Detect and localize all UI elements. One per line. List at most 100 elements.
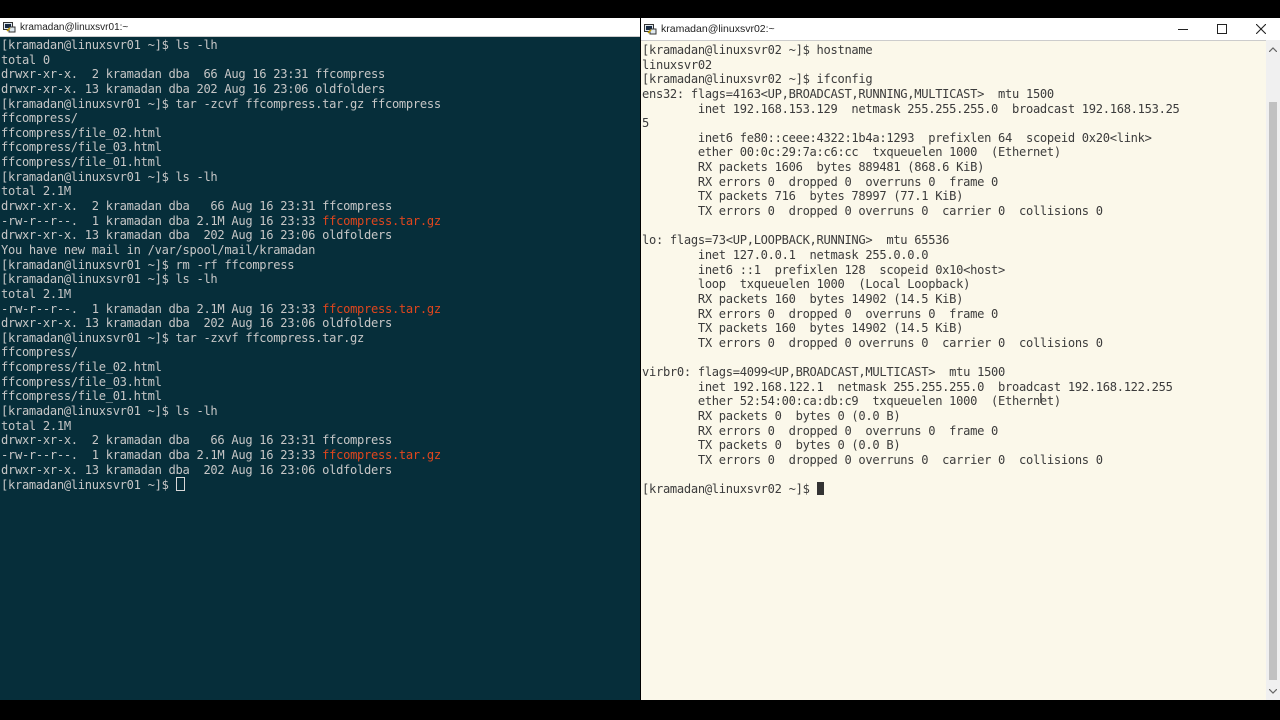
terminal-line-text: RX errors 0 dropped 0 overruns 0 frame 0 xyxy=(642,306,999,321)
terminal-line: total 2.1M xyxy=(1,287,640,302)
archive-filename: ffcompress.tar.gz xyxy=(322,213,441,228)
terminal-line: ether 00:0c:29:7a:c6:cc txqueuelen 1000 … xyxy=(642,145,1265,160)
putty-icon xyxy=(3,21,16,33)
terminal-line-text: TX errors 0 dropped 0 overruns 0 carrier… xyxy=(642,452,1103,467)
terminal-line: inet6 fe80::ceee:4322:1b4a:1293 prefixle… xyxy=(642,131,1265,146)
terminal-line-text: [kramadan@linuxsvr01 ~]$ ls -lh xyxy=(1,272,218,287)
terminal-line: [kramadan@linuxsvr01 ~]$ tar -zcvf ffcom… xyxy=(1,97,640,112)
terminal-line: TX packets 160 bytes 14902 (14.5 KiB) xyxy=(642,321,1265,336)
terminal-line-text: [kramadan@linuxsvr01 ~]$ tar -zxvf ffcom… xyxy=(1,330,365,345)
terminal-line: ffcompress/file_03.html xyxy=(1,140,640,155)
terminal-cursor[interactable] xyxy=(816,482,824,496)
terminal-line-text: drwxr-xr-x. 2 kramadan dba 66 Aug 16 23:… xyxy=(1,433,392,448)
terminal-line: inet 192.168.122.1 netmask 255.255.255.0… xyxy=(642,380,1265,395)
terminal-line-text: inet 192.168.122.1 netmask 255.255.255.0… xyxy=(642,379,1173,394)
terminal-line-text: [kramadan@linuxsvr02 ~]$ xyxy=(642,482,817,497)
terminal-line: RX packets 1606 bytes 889481 (868.6 KiB) xyxy=(642,160,1265,175)
left-titlebar[interactable]: kramadan@linuxsvr01:~ xyxy=(0,18,640,37)
terminal-line-text: ffcompress/ xyxy=(1,111,78,126)
terminal-line: [kramadan@linuxsvr01 ~]$ ls -lh xyxy=(1,404,640,419)
terminal-line: ens32: flags=4163<UP,BROADCAST,RUNNING,M… xyxy=(642,87,1265,102)
terminal-line: You have new mail in /var/spool/mail/kra… xyxy=(1,243,640,258)
terminal-line: -rw-r--r--. 1 kramadan dba 2.1M Aug 16 2… xyxy=(1,448,640,463)
terminal-cursor[interactable] xyxy=(175,477,185,492)
terminal-line-text: drwxr-xr-x. 2 kramadan dba 66 Aug 16 23:… xyxy=(1,67,385,82)
archive-filename: ffcompress.tar.gz xyxy=(322,301,441,316)
terminal-line: [kramadan@linuxsvr02 ~]$ xyxy=(642,482,1265,497)
terminal-line: linuxsvr02 xyxy=(642,58,1265,73)
terminal-line: ether 52:54:00:ca:db:c9 txqueuelen 1000 … xyxy=(642,394,1265,409)
terminal-line-text: total 0 xyxy=(1,52,50,67)
close-button[interactable] xyxy=(1241,18,1280,40)
right-terminal-output[interactable]: [kramadan@linuxsvr02 ~]$ hostname linuxsv… xyxy=(642,43,1265,497)
terminal-line-text: RX errors 0 dropped 0 overruns 0 frame 0 xyxy=(642,174,999,189)
terminal-line: RX errors 0 dropped 0 overruns 0 frame 0 xyxy=(642,307,1265,322)
terminal-line: ffcompress/ xyxy=(1,111,640,126)
vertical-scrollbar[interactable] xyxy=(1266,40,1280,700)
terminal-line-text: linuxsvr02 xyxy=(642,57,712,72)
terminal-window-linuxsvr01[interactable]: kramadan@linuxsvr01:~ [kramadan@linuxsvr… xyxy=(0,18,640,700)
terminal-line-text: You have new mail in /var/spool/mail/kra… xyxy=(1,242,316,257)
terminal-line: TX errors 0 dropped 0 overruns 0 carrier… xyxy=(642,204,1265,219)
terminal-line-text: [kramadan@linuxsvr01 ~]$ xyxy=(1,478,176,493)
terminal-line: drwxr-xr-x. 2 kramadan dba 66 Aug 16 23:… xyxy=(1,433,640,448)
terminal-line: total 0 xyxy=(1,53,640,68)
terminal-line: [kramadan@linuxsvr01 ~]$ ls -lh xyxy=(1,38,640,53)
terminal-line: drwxr-xr-x. 2 kramadan dba 66 Aug 16 23:… xyxy=(1,199,640,214)
terminal-line-text: RX packets 0 bytes 0 (0.0 B) xyxy=(642,409,901,424)
terminal-line-text: ffcompress/file_02.html xyxy=(1,360,162,375)
putty-icon xyxy=(644,23,657,35)
terminal-line-text: -rw-r--r--. 1 kramadan dba 2.1M Aug 16 2… xyxy=(1,301,323,316)
terminal-line-text: TX errors 0 dropped 0 overruns 0 carrier… xyxy=(642,204,1103,219)
terminal-line: [kramadan@linuxsvr01 ~]$ xyxy=(1,477,640,492)
terminal-line: RX errors 0 dropped 0 overruns 0 frame 0 xyxy=(642,424,1265,439)
terminal-line: ffcompress/file_03.html xyxy=(1,375,640,390)
terminal-line-text: inet6 ::1 prefixlen 128 scopeid 0x10<hos… xyxy=(642,262,1006,277)
terminal-line-text: 5 xyxy=(642,116,649,131)
terminal-line: RX errors 0 dropped 0 overruns 0 frame 0 xyxy=(642,175,1265,190)
terminal-line-text: inet6 fe80::ceee:4322:1b4a:1293 prefixle… xyxy=(642,130,1152,145)
terminal-line-text: TX packets 160 bytes 14902 (14.5 KiB) xyxy=(642,321,964,336)
maximize-button[interactable] xyxy=(1202,18,1241,40)
terminal-line: [kramadan@linuxsvr01 ~]$ rm -rf ffcompre… xyxy=(1,258,640,273)
terminal-line-text: -rw-r--r--. 1 kramadan dba 2.1M Aug 16 2… xyxy=(1,213,323,228)
terminal-line: total 2.1M xyxy=(1,419,640,434)
scroll-down-icon[interactable] xyxy=(1266,684,1280,698)
terminal-line: [kramadan@linuxsvr02 ~]$ ifconfig xyxy=(642,72,1265,87)
left-terminal-output[interactable]: [kramadan@linuxsvr01 ~]$ ls -lh total 0 dr… xyxy=(1,38,640,492)
terminal-line-text: TX errors 0 dropped 0 overruns 0 carrier… xyxy=(642,335,1103,350)
close-icon xyxy=(1255,24,1266,34)
terminal-line-text: RX errors 0 dropped 0 overruns 0 frame 0 xyxy=(642,423,999,438)
terminal-line: [kramadan@linuxsvr01 ~]$ ls -lh xyxy=(1,272,640,287)
terminal-line: loop txqueuelen 1000 (Local Loopback) xyxy=(642,277,1265,292)
minimize-icon xyxy=(1177,29,1188,30)
terminal-line: TX errors 0 dropped 0 overruns 0 carrier… xyxy=(642,336,1265,351)
terminal-line: RX packets 160 bytes 14902 (14.5 KiB) xyxy=(642,292,1265,307)
terminal-line-text: [kramadan@linuxsvr01 ~]$ rm -rf ffcompre… xyxy=(1,257,295,272)
minimize-button[interactable] xyxy=(1163,18,1202,40)
terminal-line-text: ether 52:54:00:ca:db:c9 txqueuelen 1000 … xyxy=(642,394,1061,409)
terminal-line-text: RX packets 160 bytes 14902 (14.5 KiB) xyxy=(642,291,964,306)
right-titlebar[interactable]: kramadan@linuxsvr02:~ xyxy=(641,18,1280,41)
archive-filename: ffcompress.tar.gz xyxy=(322,447,441,462)
terminal-line-text: [kramadan@linuxsvr02 ~]$ hostname xyxy=(642,43,873,57)
terminal-line: [kramadan@linuxsvr01 ~]$ tar -zxvf ffcom… xyxy=(1,331,640,346)
terminal-line: TX packets 0 bytes 0 (0.0 B) xyxy=(642,438,1265,453)
terminal-line-text: [kramadan@linuxsvr01 ~]$ tar -zcvf ffcom… xyxy=(1,96,441,111)
scrollbar-thumb[interactable] xyxy=(1269,102,1277,680)
terminal-line: RX packets 0 bytes 0 (0.0 B) xyxy=(642,409,1265,424)
terminal-line-text: inet 192.168.153.129 netmask 255.255.255… xyxy=(642,101,1180,116)
terminal-line-text: lo: flags=73<UP,LOOPBACK,RUNNING> mtu 65… xyxy=(642,233,950,248)
terminal-line-text: ffcompress/file_01.html xyxy=(1,389,162,404)
terminal-window-linuxsvr02[interactable]: kramadan@linuxsvr02:~ [kramadan@linuxsvr… xyxy=(641,18,1280,700)
terminal-line-text: ffcompress/file_02.html xyxy=(1,125,162,140)
terminal-line: -rw-r--r--. 1 kramadan dba 2.1M Aug 16 2… xyxy=(1,214,640,229)
scroll-up-icon[interactable] xyxy=(1266,42,1280,56)
terminal-line-text: drwxr-xr-x. 13 kramadan dba 202 Aug 16 2… xyxy=(1,81,385,96)
terminal-line-text: ether 00:0c:29:7a:c6:cc txqueuelen 1000 … xyxy=(642,145,1061,160)
terminal-line-text: drwxr-xr-x. 2 kramadan dba 66 Aug 16 23:… xyxy=(1,199,392,214)
terminal-line-text: virbr0: flags=4099<UP,BROADCAST,MULTICAS… xyxy=(642,365,1006,380)
terminal-line-text: drwxr-xr-x. 13 kramadan dba 202 Aug 16 2… xyxy=(1,316,392,331)
